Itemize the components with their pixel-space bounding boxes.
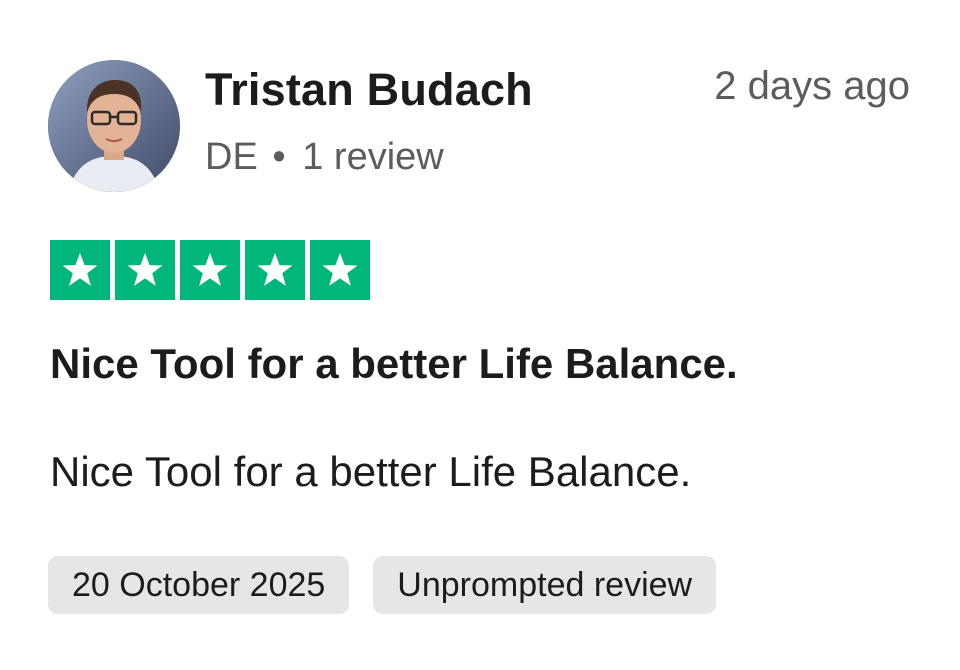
posted-relative-date: 2 days ago	[714, 64, 910, 108]
person-photo-icon	[48, 60, 180, 192]
star-1	[50, 240, 110, 300]
reviewer-name[interactable]: Tristan Budach	[205, 64, 533, 116]
star-icon	[192, 252, 228, 286]
star-icon	[257, 252, 293, 286]
review-tags: 20 October 2025 Unprompted review	[48, 556, 717, 614]
reviewer-review-count: 1 review	[302, 136, 444, 178]
review-title[interactable]: Nice Tool for a better Life Balance.	[50, 340, 738, 388]
star-rating	[50, 240, 370, 300]
star-icon	[127, 252, 163, 286]
meta-separator: •	[272, 136, 286, 178]
review-body: Nice Tool for a better Life Balance.	[50, 448, 692, 495]
star-2	[115, 240, 175, 300]
avatar[interactable]	[48, 60, 180, 192]
reviewer-meta: DE • 1 review	[205, 136, 444, 179]
star-3	[180, 240, 240, 300]
star-4	[245, 240, 305, 300]
star-icon	[322, 252, 358, 286]
reviewer-country: DE	[205, 136, 258, 178]
review-type-tag[interactable]: Unprompted review	[373, 556, 717, 614]
star-5	[310, 240, 370, 300]
review-date-tag: 20 October 2025	[48, 556, 350, 614]
star-icon	[62, 252, 98, 286]
review-card: Tristan Budach DE • 1 review 2 days ago …	[0, 0, 960, 670]
